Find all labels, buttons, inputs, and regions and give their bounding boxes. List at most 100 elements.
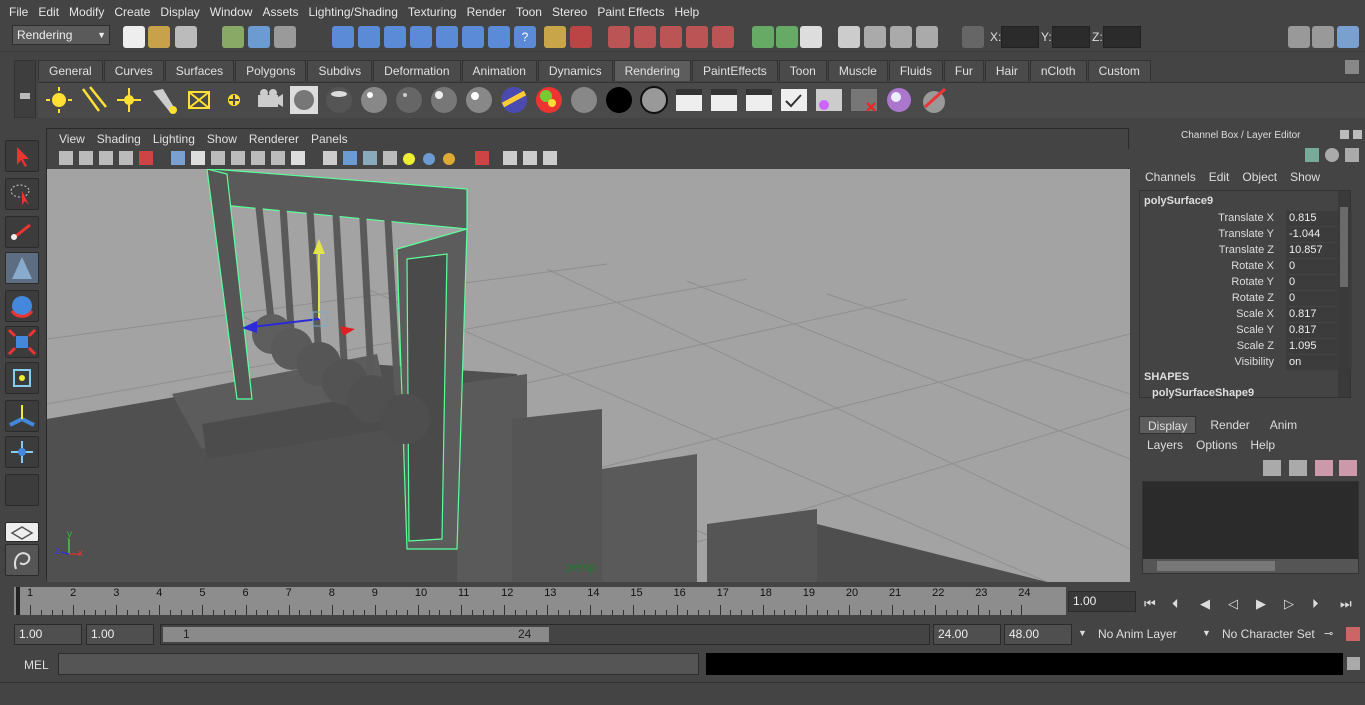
soft-mod-tool[interactable] (5, 400, 39, 432)
layer-tab-display[interactable]: Display (1139, 416, 1197, 434)
directional-light-icon[interactable] (79, 85, 109, 115)
tab-deformation[interactable]: Deformation (373, 60, 461, 81)
viewport-scene[interactable]: y z x persp (47, 169, 1130, 582)
last-tool[interactable] (5, 474, 39, 506)
attr-translate-y[interactable]: Translate Y -1.044 (1148, 227, 1352, 243)
tab-custom[interactable]: Custom (1087, 60, 1151, 81)
menu-edit[interactable]: Edit (33, 5, 64, 19)
playback-start-field[interactable]: 1.00 (86, 624, 154, 645)
menu-lighting-shading[interactable]: Lighting/Shading (303, 5, 402, 19)
attr-rotate-z[interactable]: Rotate Z0 (1148, 291, 1352, 307)
camera-select-icon[interactable] (59, 151, 73, 165)
area-light-icon[interactable] (184, 85, 214, 115)
vp-menu-show[interactable]: Show (201, 132, 243, 146)
ipr-render-icon[interactable] (890, 26, 912, 48)
render-view-icon[interactable] (674, 85, 704, 115)
z-coord-field[interactable] (1103, 26, 1141, 48)
two-d-pan-icon[interactable] (139, 151, 153, 165)
use-all-lights-icon[interactable] (403, 153, 415, 165)
go-to-start-icon[interactable]: ⏮ (1144, 596, 1156, 612)
universal-manipulator-tool[interactable] (5, 362, 39, 394)
input-ops-icon[interactable] (752, 26, 774, 48)
camera-attributes-icon[interactable] (79, 151, 93, 165)
layer-tab-render[interactable]: Render (1196, 416, 1263, 434)
layer-options-icon[interactable] (1315, 460, 1333, 476)
image-plane-icon[interactable] (119, 151, 133, 165)
tool-settings-icon[interactable] (1312, 26, 1334, 48)
highlight-selection-icon[interactable] (570, 26, 592, 48)
key-icon[interactable]: ⊸ (1324, 627, 1333, 640)
volume-light-icon[interactable] (219, 85, 249, 115)
point-light-icon[interactable] (114, 85, 144, 115)
lambert-sphere-icon[interactable] (289, 85, 319, 115)
snap-grid-icon[interactable] (332, 26, 354, 48)
channel-scrollbar[interactable] (1338, 191, 1350, 397)
script-editor-icon[interactable] (1347, 657, 1360, 670)
save-scene-icon[interactable] (175, 26, 197, 48)
anim-layer-dropdown[interactable]: No Anim Layer (1098, 627, 1177, 641)
menu-file[interactable]: File (4, 5, 33, 19)
layer-hscroll-thumb[interactable] (1157, 561, 1275, 571)
chevron-down-icon[interactable]: ▼ (1078, 628, 1087, 638)
menu-window[interactable]: Window (205, 5, 258, 19)
show-manipulator-tool[interactable] (5, 436, 39, 468)
layer-menu-layers[interactable]: Layers (1147, 438, 1183, 456)
menu-stereo[interactable]: Stereo (547, 5, 592, 19)
tab-animation[interactable]: Animation (461, 60, 537, 81)
render-view-icon[interactable] (838, 26, 860, 48)
snap-surface-icon[interactable] (436, 26, 458, 48)
tab-muscle[interactable]: Muscle (827, 60, 888, 81)
attr-translate-x[interactable]: Translate X 0.815 (1148, 211, 1352, 227)
render-current-icon[interactable] (709, 85, 739, 115)
layout-single-button[interactable] (5, 522, 39, 542)
magnet-point-icon[interactable] (712, 26, 734, 48)
animation-end-field[interactable]: 48.00 (1004, 624, 1072, 645)
gate-mask-icon[interactable] (231, 151, 245, 165)
range-slider[interactable]: 1 24 (160, 624, 930, 645)
xray-icon[interactable] (503, 151, 517, 165)
vp-menu-shading[interactable]: Shading (91, 132, 147, 146)
tab-hair[interactable]: Hair (984, 60, 1029, 81)
chevron-down-icon[interactable]: ▼ (1202, 628, 1211, 638)
tab-subdivs[interactable]: Subdivs (307, 60, 373, 81)
layer-list[interactable] (1142, 481, 1359, 574)
menu-texturing[interactable]: Texturing (403, 5, 462, 19)
snap-plane-icon[interactable] (410, 26, 432, 48)
cb-menu-object[interactable]: Object (1242, 170, 1277, 188)
black-sphere-icon[interactable] (604, 85, 634, 115)
layer-tab-anim[interactable]: Anim (1264, 416, 1303, 434)
tab-ncloth[interactable]: nCloth (1029, 60, 1087, 81)
spot-light-icon[interactable] (149, 85, 179, 115)
wireframe-icon[interactable] (323, 151, 337, 165)
layer-menu-help[interactable]: Help (1250, 438, 1275, 456)
scrollbar-thumb[interactable] (1340, 207, 1348, 287)
menuset-dropdown[interactable]: Rendering ▼ (12, 25, 110, 45)
animation-start-field[interactable]: 1.00 (14, 624, 82, 645)
vp-menu-lighting[interactable]: Lighting (147, 132, 201, 146)
attr-translate-z[interactable]: Translate Z 10.857 (1148, 243, 1352, 259)
select-object-icon[interactable] (248, 26, 270, 48)
xray-components-icon[interactable] (543, 151, 557, 165)
batch-render-icon[interactable] (849, 85, 879, 115)
y-coord-field[interactable] (1052, 26, 1090, 48)
layer-menu-options[interactable]: Options (1196, 438, 1237, 456)
attr-scale-z[interactable]: Scale Z 1.095 (1148, 339, 1352, 355)
anisotropic-sphere-icon[interactable] (429, 85, 459, 115)
new-layer-selected-icon[interactable] (1289, 460, 1307, 476)
vp-menu-renderer[interactable]: Renderer (243, 132, 305, 146)
render-settings-icon[interactable] (916, 26, 938, 48)
wireframe-on-shaded-icon[interactable] (363, 151, 377, 165)
vp-menu-panels[interactable]: Panels (305, 132, 354, 146)
magnet-icon[interactable] (634, 26, 656, 48)
render-settings-icon[interactable] (779, 85, 809, 115)
cb-menu-edit[interactable]: Edit (1209, 170, 1230, 188)
tab-polygons[interactable]: Polygons (235, 60, 307, 81)
tab-toon[interactable]: Toon (778, 60, 827, 81)
select-hierarchy-icon[interactable] (222, 26, 244, 48)
grey-sphere-icon[interactable] (639, 85, 669, 115)
shelf-trash-icon[interactable] (1345, 60, 1359, 74)
snap-live-icon[interactable] (462, 26, 484, 48)
vp-menu-view[interactable]: View (53, 132, 91, 146)
attr-visibility[interactable]: Visibility on (1148, 355, 1352, 371)
step-back-key-icon[interactable]: ⏴ (1172, 596, 1179, 612)
